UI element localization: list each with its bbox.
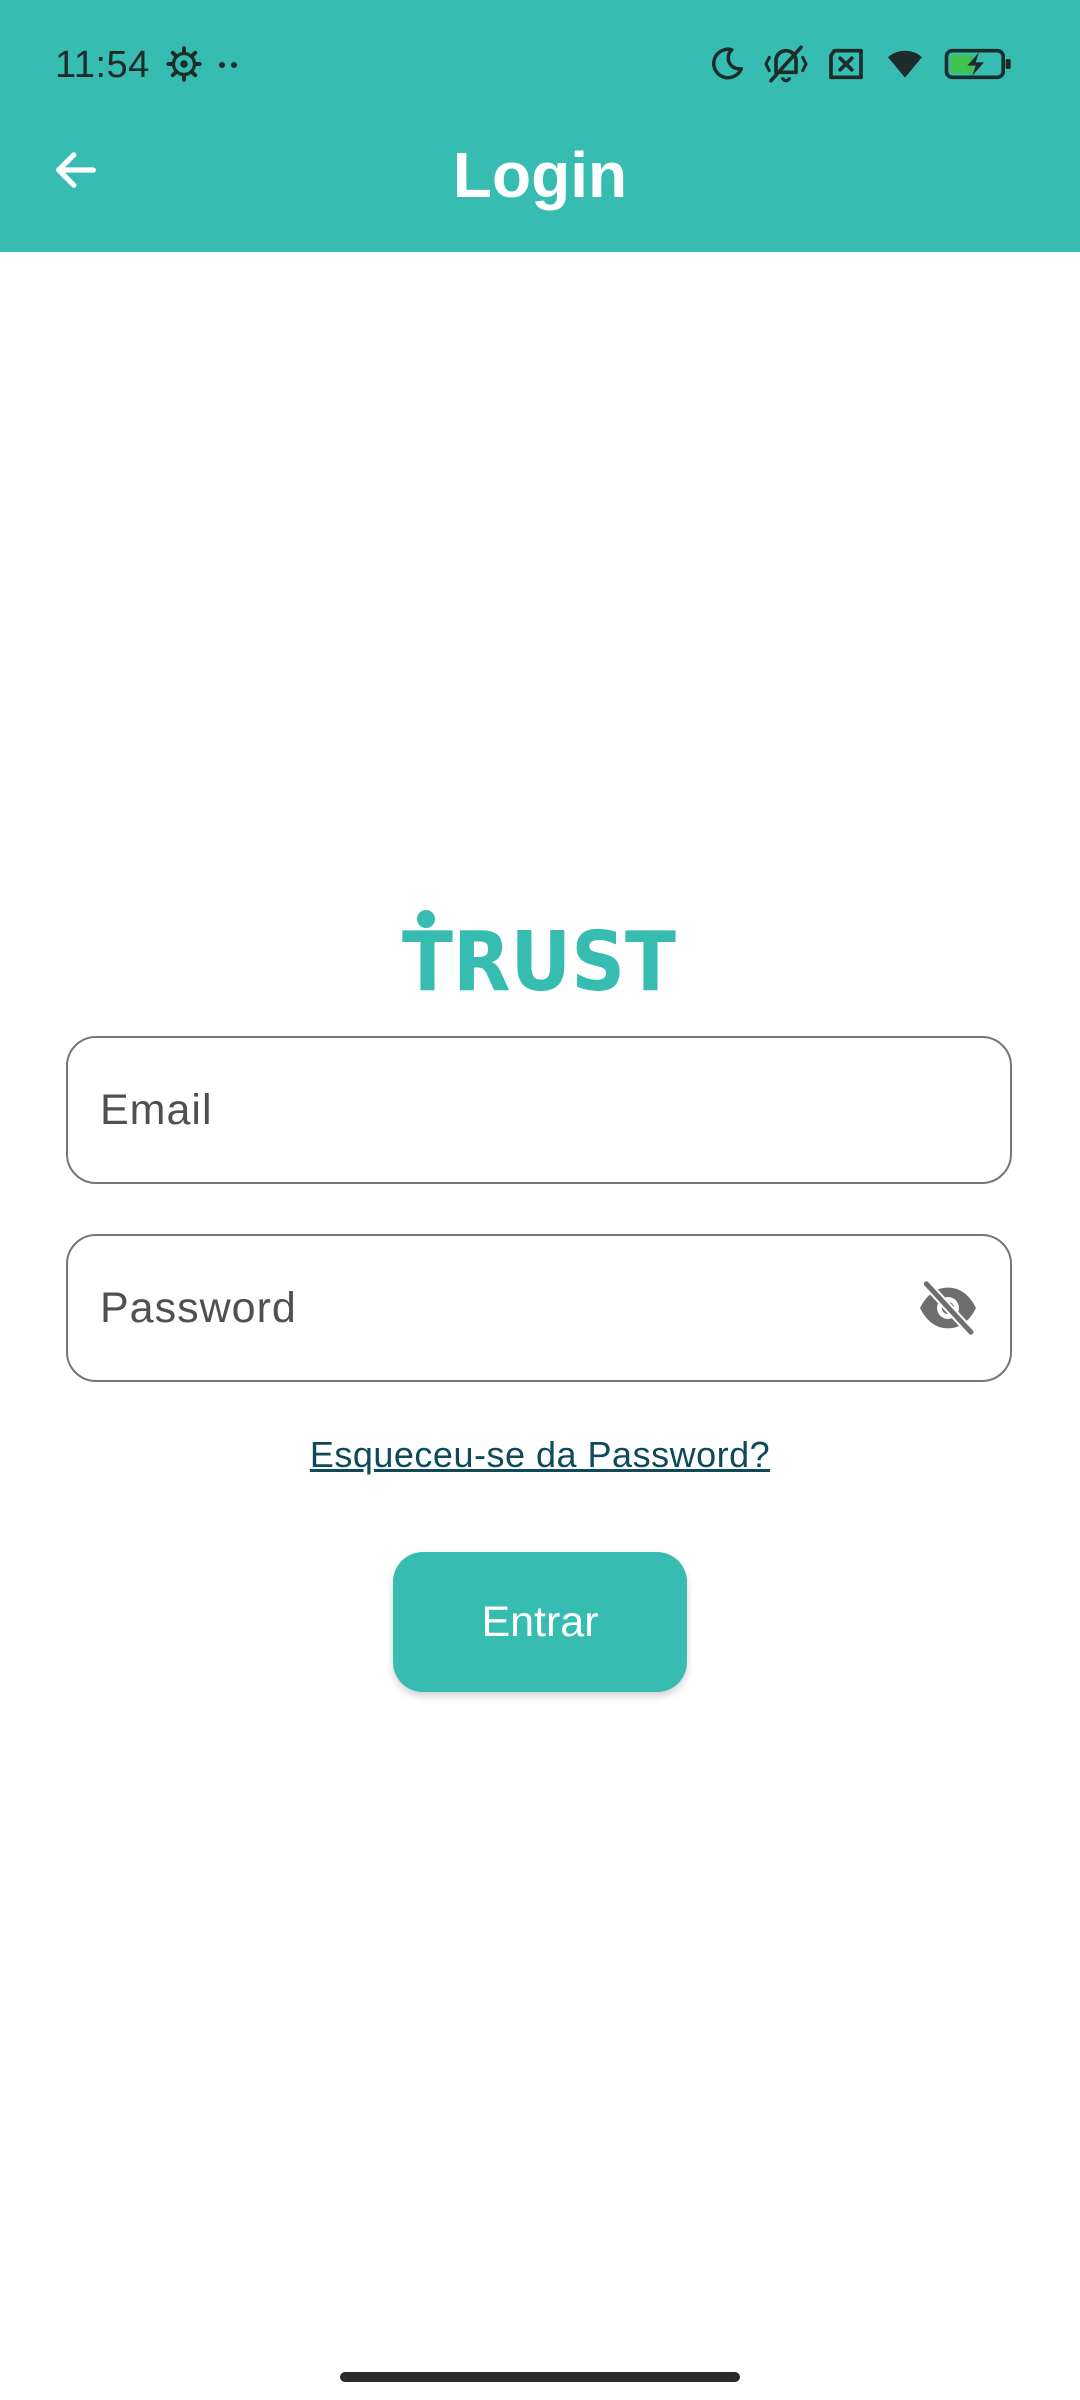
password-field[interactable] — [66, 1234, 1012, 1382]
no-sim-icon — [826, 47, 866, 86]
logo-text: TRUST — [402, 915, 676, 998]
battery-charging-icon — [944, 47, 1014, 86]
settings-gear-icon — [166, 46, 202, 87]
vibrate-off-icon — [764, 44, 808, 89]
home-indicator[interactable] — [340, 2372, 740, 2382]
status-right-icons — [708, 44, 1014, 89]
trust-logo: TRUST — [0, 908, 1080, 998]
email-field[interactable] — [66, 1036, 1012, 1184]
do-not-disturb-moon-icon — [708, 45, 746, 88]
app-bar: 11:54 Login — [0, 0, 1080, 252]
eye-off-icon — [917, 1278, 979, 1341]
password-visibility-toggle[interactable] — [916, 1278, 980, 1341]
login-button[interactable]: Entrar — [393, 1552, 687, 1692]
more-dots-icon — [216, 58, 240, 76]
email-input[interactable] — [100, 1038, 900, 1182]
password-input[interactable] — [100, 1236, 900, 1380]
page-title: Login — [452, 139, 628, 211]
status-left-icons — [166, 46, 240, 87]
status-time: 11:54 — [55, 44, 150, 86]
wifi-icon — [884, 47, 926, 86]
forgot-password-link[interactable]: Esqueceu-se da Password? — [0, 1434, 1080, 1476]
